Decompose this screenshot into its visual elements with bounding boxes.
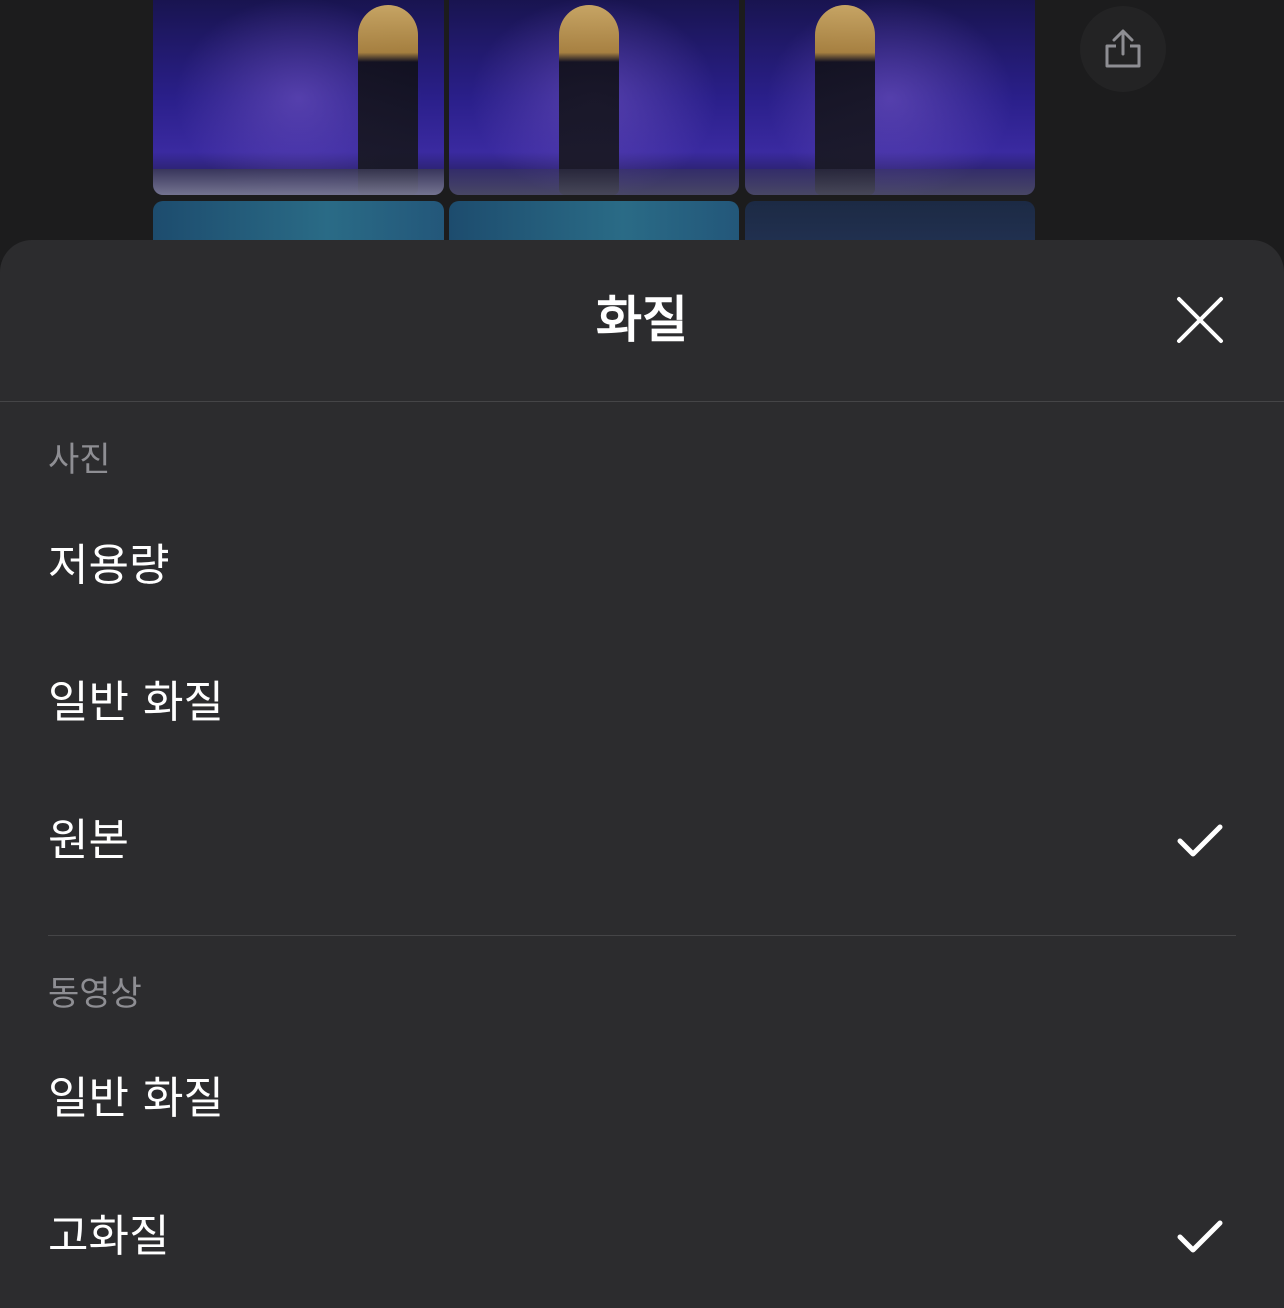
close-button[interactable] [1170, 290, 1230, 350]
option-photo-original[interactable]: 원본 [0, 781, 1284, 901]
section-divider [48, 935, 1236, 936]
section-label-photo: 사진 [48, 440, 111, 480]
quality-bottom-sheet: 화질 사진 저용량 일반 화질 원본 동영상 일반 화질 고화질 [0, 240, 1284, 1308]
photo-thumbnail[interactable] [449, 0, 739, 195]
option-photo-low[interactable]: 저용량 [0, 506, 1284, 626]
option-video-standard[interactable]: 일반 화질 [0, 1039, 1284, 1159]
share-icon [1105, 29, 1141, 68]
close-icon [1177, 297, 1223, 343]
option-label: 원본 [48, 815, 129, 866]
checkmark-icon [1177, 1220, 1223, 1253]
option-label: 저용량 [48, 540, 170, 591]
photo-thumbnail[interactable] [153, 0, 444, 195]
share-button[interactable] [1080, 6, 1166, 92]
option-label: 고화질 [48, 1211, 170, 1262]
sheet-title: 화질 [596, 291, 688, 349]
option-label: 일반 화질 [48, 1073, 224, 1124]
photo-gallery-backdrop [0, 0, 1284, 261]
option-video-high[interactable]: 고화질 [0, 1177, 1284, 1297]
option-label: 일반 화질 [48, 677, 224, 728]
option-photo-standard[interactable]: 일반 화질 [0, 643, 1284, 763]
sheet-header: 화질 [0, 240, 1284, 402]
photo-thumbnail[interactable] [745, 0, 1035, 195]
checkmark-icon [1177, 824, 1223, 857]
section-label-video: 동영상 [48, 974, 142, 1014]
